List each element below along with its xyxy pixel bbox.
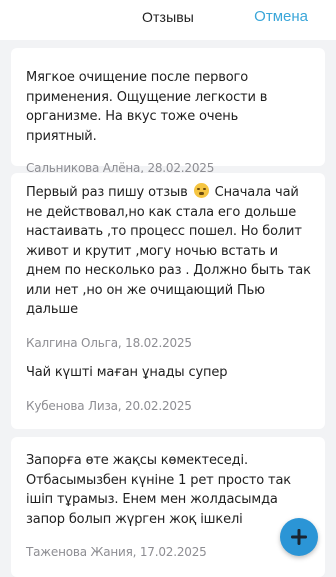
review-author-date: Таженова Жания, 17.02.2025 — [26, 545, 207, 559]
cancel-button[interactable]: Отмена — [254, 8, 308, 25]
review-author-date: Кубенова Лиза, 20.02.2025 — [26, 398, 192, 413]
review-text-part: Сначала чай не действовал,но как стала е… — [26, 185, 311, 317]
embarrassed-face-icon — [193, 183, 209, 198]
review-text: Запорға өте жақсы көмектеседі. Отбасымыз… — [26, 453, 291, 527]
review-card: Мягкое очищение после первого применения… — [11, 48, 325, 175]
review-text: Чай күшті маған ұнады супер — [26, 365, 228, 380]
review-author-date: Калгина Ольга, 18.02.2025 — [26, 335, 192, 350]
review-card: Первый раз пишу отзыв Сначала чай не дей… — [11, 173, 325, 376]
review-card: Чай күшті маған ұнады супер Кубенова Лиз… — [11, 349, 325, 429]
plus-icon — [291, 529, 307, 545]
review-card: Запорға өте жақсы көмектеседі. Отбасымыз… — [11, 437, 325, 577]
add-review-button[interactable] — [280, 518, 318, 556]
review-text: Мягкое очищение после первого применения… — [26, 70, 268, 144]
header-bar: Отзывы Отмена — [0, 0, 336, 40]
review-text: Первый раз пишу отзыв Сначала чай не дей… — [26, 173, 311, 320]
review-text-part: Первый раз пишу отзыв — [26, 185, 188, 200]
